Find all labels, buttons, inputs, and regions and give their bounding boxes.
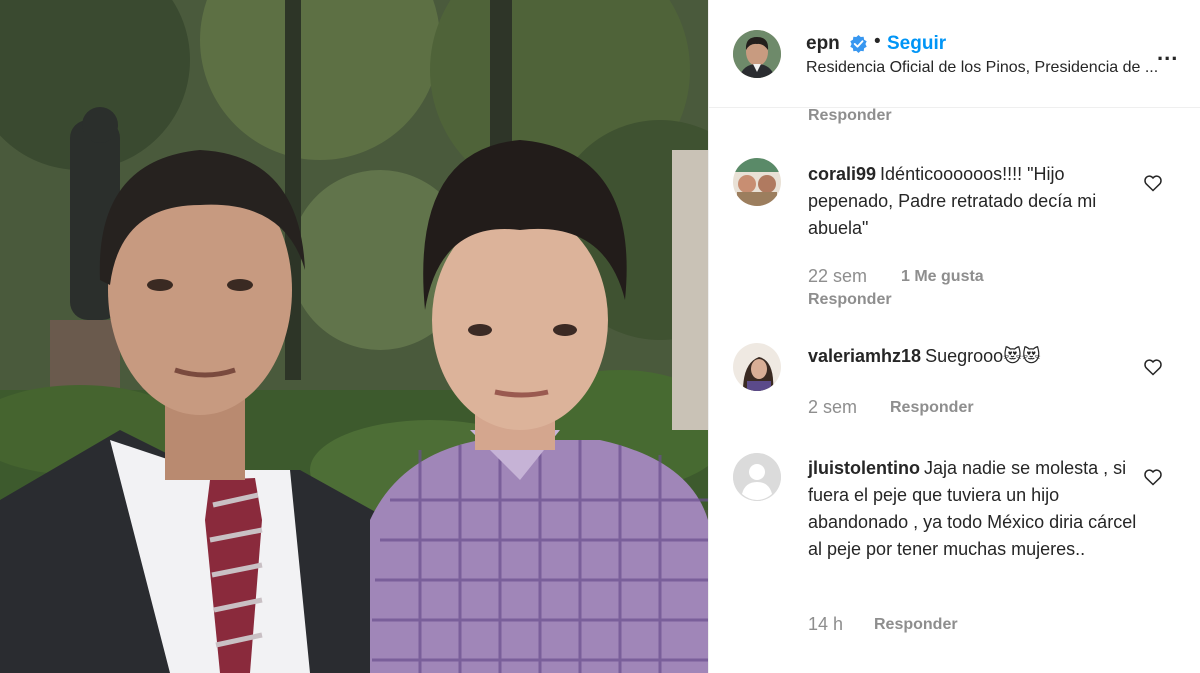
comment-username[interactable]: corali99	[808, 164, 876, 184]
comment-avatar[interactable]	[733, 343, 781, 391]
verified-badge-icon	[850, 34, 867, 53]
comment-likes[interactable]: 1 Me gusta	[901, 268, 984, 286]
heart-icon[interactable]	[1143, 467, 1163, 487]
comment-text: Suegrooo😻😻	[925, 346, 1041, 366]
post-location[interactable]: Residencia Oficial de los Pinos, Preside…	[806, 59, 1186, 77]
comment-body: jluistolentino Jaja nadie se molesta , si…	[808, 455, 1138, 563]
photo-illustration	[0, 0, 708, 673]
comment-timestamp: 2 sem	[808, 397, 858, 417]
comment-body: valeriamhz18 Suegrooo😻😻	[808, 343, 1138, 370]
comment-username[interactable]: valeriamhz18	[808, 346, 921, 366]
reply-button[interactable]: Responder	[890, 399, 974, 417]
header-separator: •	[874, 31, 881, 52]
follow-button[interactable]: Seguir	[887, 33, 946, 55]
post-photo[interactable]	[0, 0, 708, 673]
comment-username[interactable]: jluistolentino	[808, 458, 920, 478]
reply-button[interactable]: Responder	[874, 616, 958, 634]
reply-button[interactable]: Responder	[808, 291, 892, 309]
reply-button[interactable]: Responder	[808, 107, 892, 125]
heart-icon[interactable]	[1143, 173, 1163, 193]
author-avatar[interactable]	[733, 30, 781, 78]
author-username[interactable]: epn	[806, 33, 840, 55]
comment-avatar[interactable]	[733, 158, 781, 206]
comments-panel: epn • Seguir Residencia Oficial de los P…	[708, 0, 1200, 673]
post-header: epn • Seguir Residencia Oficial de los P…	[709, 0, 1200, 108]
comment-timestamp: 14 h	[808, 614, 844, 634]
heart-icon[interactable]	[1143, 357, 1163, 377]
comment-avatar[interactable]	[733, 453, 781, 501]
more-options-icon[interactable]: ...	[1157, 40, 1178, 66]
comment-body: corali99 Idénticoooooos!!!! "Hijo pepenad…	[808, 161, 1138, 242]
comment-timestamp: 22 sem	[808, 266, 868, 286]
